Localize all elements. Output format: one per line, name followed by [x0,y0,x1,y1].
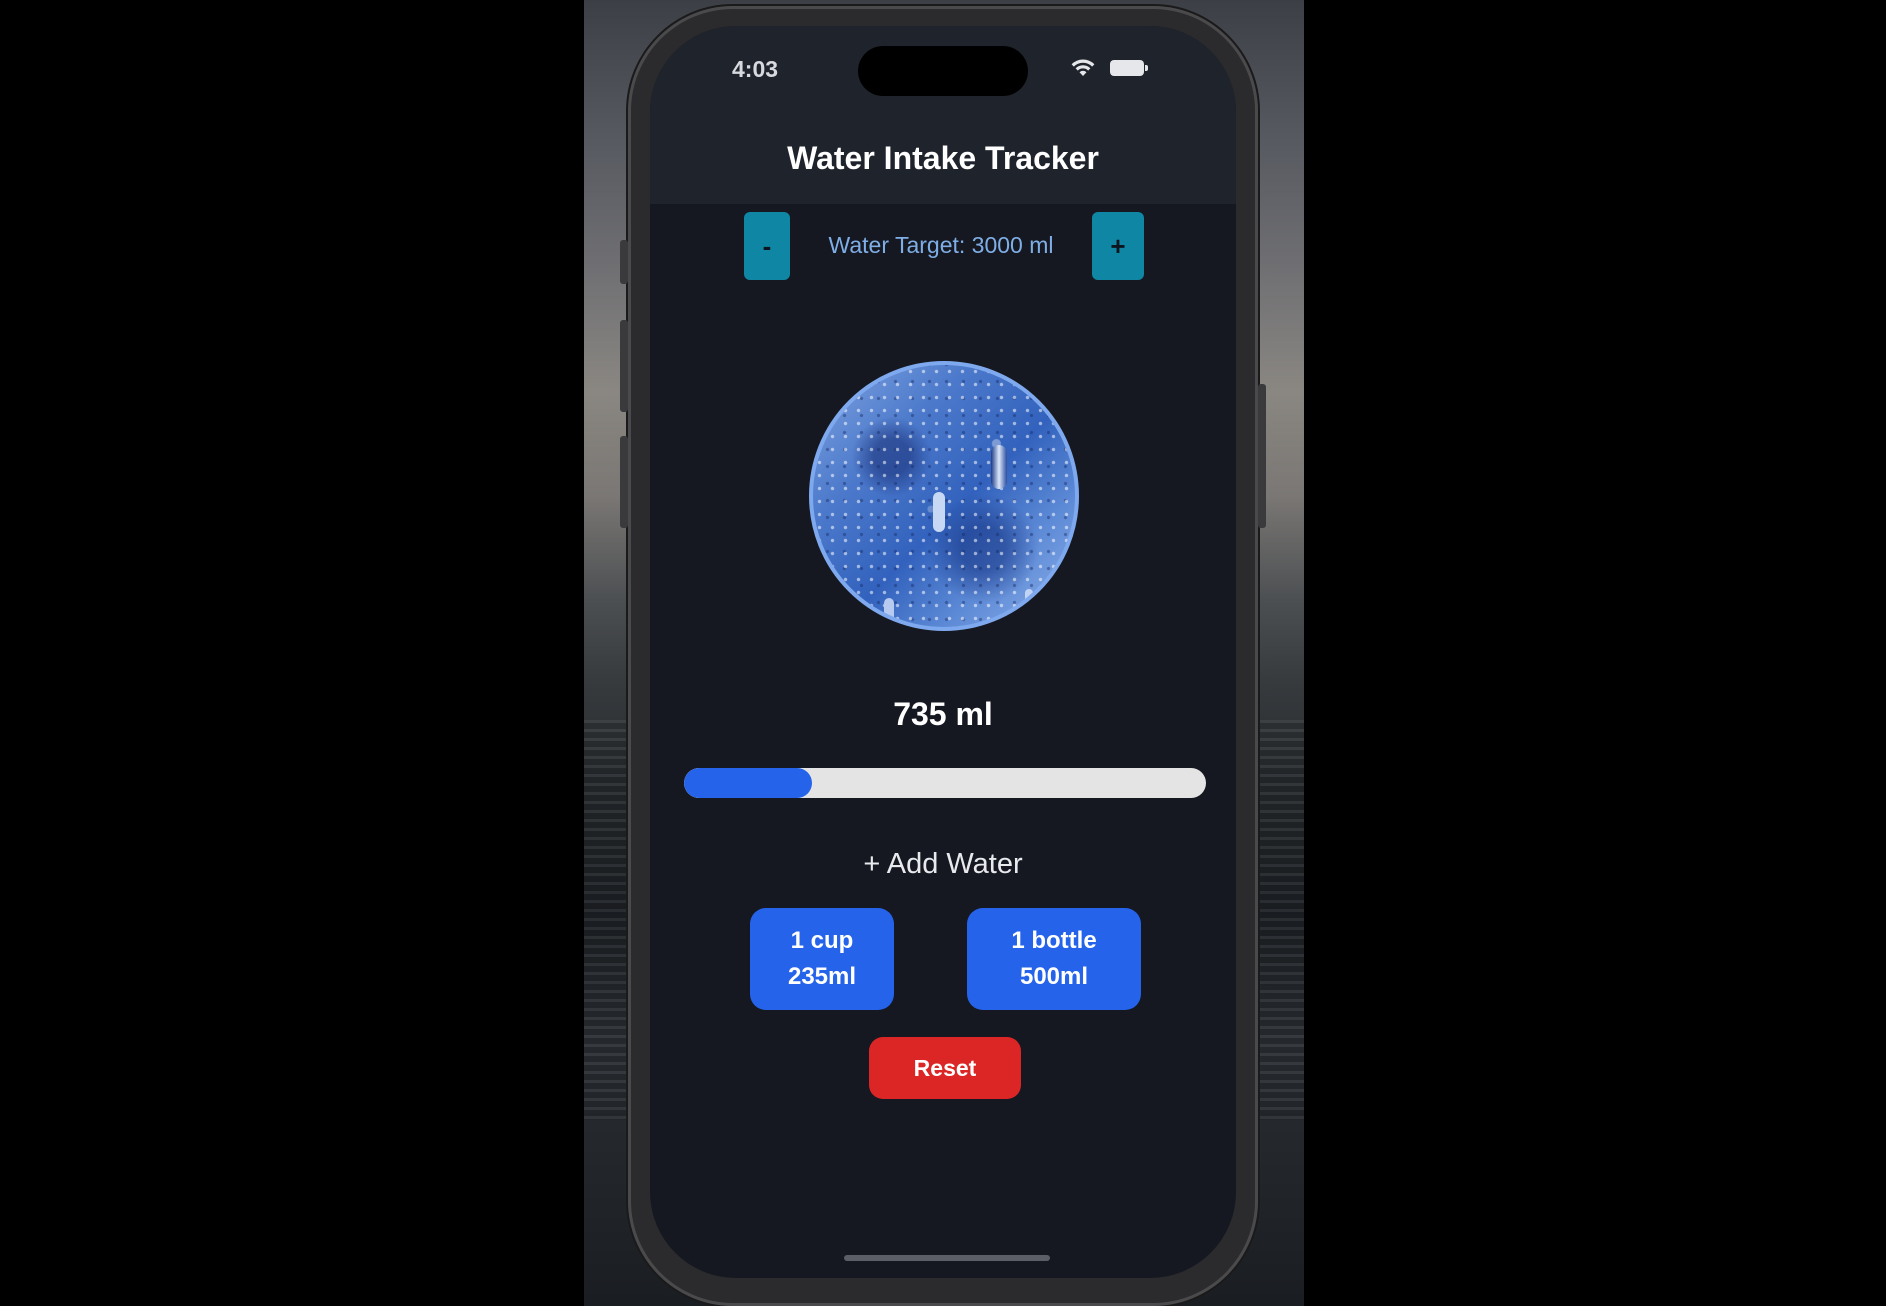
intake-progress-bar [684,768,1206,798]
home-indicator[interactable] [844,1255,1050,1261]
reset-button[interactable]: Reset [869,1037,1021,1099]
wifi-icon [1071,59,1095,76]
add-cup-label: 1 cup [790,927,854,954]
intake-progress-fill [684,768,812,798]
add-bottle-button[interactable]: 1 bottle 500ml [967,908,1141,1010]
status-bar: 4:03 [650,26,1236,126]
water-target-stepper: - Water Target: 3000 ml + [744,212,1144,280]
app-screen: 4:03 Water Intake Tracker - Water Target… [650,26,1236,1278]
action-button [620,240,628,284]
battery-icon [1110,60,1148,76]
decrease-target-button[interactable]: - [744,212,790,280]
volume-up-button [620,320,628,412]
volume-down-button [620,436,628,528]
add-bottle-label: 1 bottle [1011,927,1097,954]
add-cup-button[interactable]: 1 cup 235ml [750,908,894,1010]
add-cup-amount: 235ml [787,963,857,990]
intake-amount: 735 ml [893,696,993,732]
add-water-heading: + Add Water [863,848,1023,880]
status-time: 4:03 [732,56,779,82]
add-bottle-amount: 500ml [1019,963,1089,990]
page-title: Water Intake Tracker [787,140,1099,176]
dynamic-island [858,46,1028,96]
increase-target-button[interactable]: + [1092,212,1144,280]
nav-bar: Water Intake Tracker [650,126,1236,204]
power-button [1258,384,1266,528]
water-drops-image [809,361,1079,631]
water-target-label: Water Target: 3000 ml [828,232,1054,258]
